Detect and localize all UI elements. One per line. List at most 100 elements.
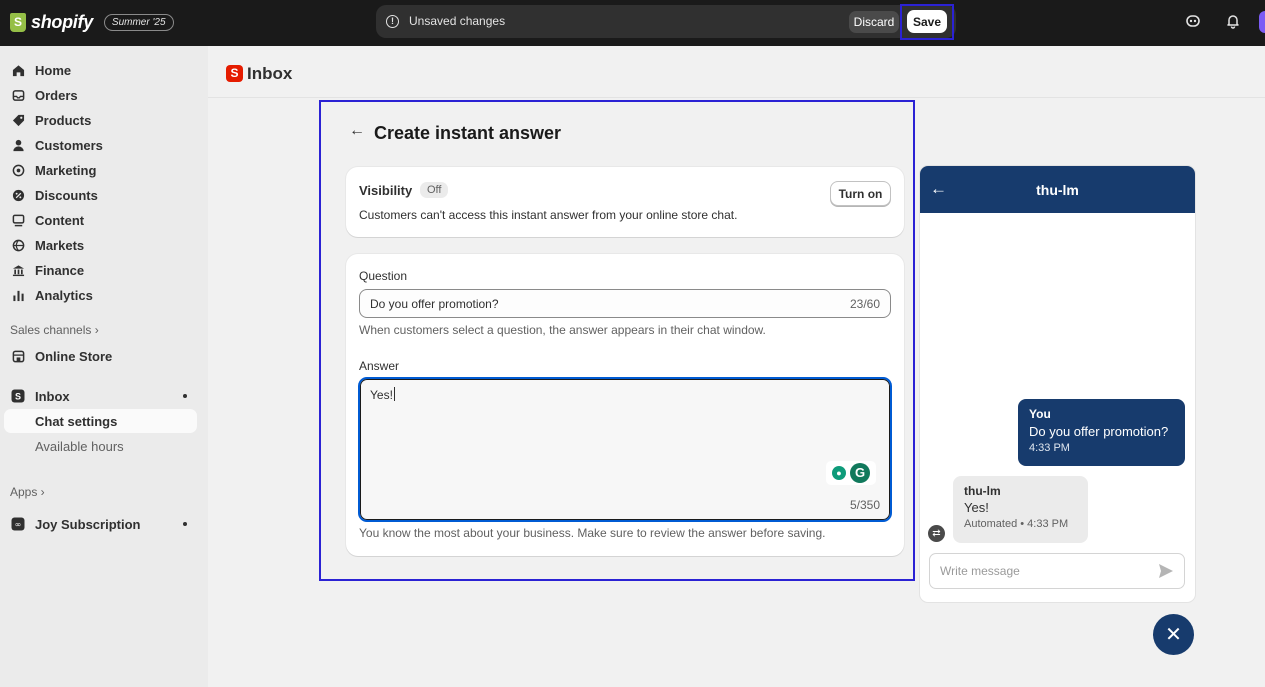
sidebar-item-label: Discounts xyxy=(35,187,98,203)
sidebar-item-label: Marketing xyxy=(35,162,97,178)
sidebar-item-joy-subscription[interactable]: ∞ Joy Subscription xyxy=(4,512,197,536)
edition-badge: Summer '25 xyxy=(103,14,174,31)
inbox-app-icon: S xyxy=(11,389,25,403)
sidebar-item-online-store[interactable]: Online Store xyxy=(4,344,197,368)
sidebar-item-inbox[interactable]: S Inbox xyxy=(4,384,197,408)
inbox-app-icon: S xyxy=(226,65,243,82)
shopify-logo[interactable]: S shopify Summer '25 xyxy=(10,12,174,33)
chat-header: thu-lm ← xyxy=(920,166,1195,213)
question-help-text: When customers select a question, the an… xyxy=(359,323,766,337)
shopify-bag-icon: S xyxy=(10,13,26,32)
apps-heading[interactable]: Apps › xyxy=(10,485,45,499)
bank-icon xyxy=(11,263,25,277)
automated-reply-bubble: thu-lm Yes! Automated • 4:33 PM xyxy=(953,476,1088,543)
globe-icon xyxy=(11,238,25,252)
alert-circle-icon: ! xyxy=(386,15,399,28)
sidebar-item-label: Chat settings xyxy=(35,413,118,429)
lightbulb-icon[interactable]: ● xyxy=(832,466,846,480)
question-answer-card: Question Do you offer promotion? 23/60 W… xyxy=(346,254,904,556)
grammar-extension[interactable]: ● G xyxy=(826,461,876,485)
sidebar-item-label: Analytics xyxy=(35,287,93,303)
bar-chart-icon xyxy=(11,288,25,302)
sidebar-item-label: Products xyxy=(35,112,92,128)
svg-text:∞: ∞ xyxy=(15,520,22,529)
save-button[interactable]: Save xyxy=(907,10,947,33)
page-header: S Inbox xyxy=(208,46,1265,98)
question-value: Do you offer promotion? xyxy=(370,297,499,311)
sidebar-item-discounts[interactable]: Discounts xyxy=(4,183,197,207)
send-icon[interactable] xyxy=(1157,562,1175,580)
close-chat-button[interactable]: ✕ xyxy=(1153,614,1194,655)
chat-title: thu-lm xyxy=(1036,182,1079,198)
sidebar-item-label: Orders xyxy=(35,87,78,103)
save-highlight: Save xyxy=(900,4,954,40)
message-meta: Automated • 4:33 PM xyxy=(964,518,1069,530)
turn-on-button[interactable]: Turn on xyxy=(830,181,891,206)
home-icon xyxy=(11,63,25,77)
sidebar-item-orders[interactable]: Orders xyxy=(4,83,197,107)
discard-button[interactable]: Discard xyxy=(849,11,899,33)
subnav-indent xyxy=(11,414,25,428)
content-icon xyxy=(11,213,25,227)
sender-name: thu-lm xyxy=(964,484,1001,498)
svg-text:S: S xyxy=(15,392,21,402)
message-text: Do you offer promotion? xyxy=(1029,424,1169,439)
question-label: Question xyxy=(359,269,408,283)
sidebar-item-markets[interactable]: Markets xyxy=(4,233,197,257)
sidebar-item-label: Content xyxy=(35,212,85,228)
visibility-title: Visibility xyxy=(359,183,413,198)
answer-help-text: You know the most about your business. M… xyxy=(359,526,826,540)
status-badge: Off xyxy=(420,182,449,198)
back-arrow-icon[interactable]: ← xyxy=(930,179,947,199)
visibility-description: Customers can't access this instant answ… xyxy=(359,208,738,222)
storefront-icon xyxy=(11,349,25,363)
sales-channels-heading[interactable]: Sales channels › xyxy=(10,323,99,337)
joy-app-icon: ∞ xyxy=(11,517,25,531)
sidebar-item-available-hours[interactable]: Available hours xyxy=(4,434,197,458)
sidebar-item-products[interactable]: Products xyxy=(4,108,197,132)
inbox-tray-icon xyxy=(11,88,25,102)
text-caret xyxy=(393,387,395,401)
sidebar-item-label: Finance xyxy=(35,262,85,278)
question-char-count: 23/60 xyxy=(849,297,880,311)
tag-icon xyxy=(11,113,25,127)
page-title: Inbox xyxy=(247,64,293,83)
discount-icon xyxy=(11,188,25,202)
answer-value: Yes! xyxy=(370,387,395,402)
form-title: Create instant answer xyxy=(374,123,562,143)
sidebar-item-content[interactable]: Content xyxy=(4,208,197,232)
avatar[interactable] xyxy=(1259,11,1265,33)
unsaved-changes-text: Unsaved changes xyxy=(409,14,506,28)
back-arrow-icon[interactable]: ← xyxy=(349,122,365,140)
sidebar-item-label: Available hours xyxy=(35,438,124,454)
sidekick-icon[interactable] xyxy=(1184,13,1202,31)
sidebar-item-label: Inbox xyxy=(35,388,70,404)
sidebar-item-label: Markets xyxy=(35,237,85,253)
sidebar-item-marketing[interactable]: Marketing xyxy=(4,158,197,182)
message-input[interactable] xyxy=(929,553,1185,589)
sender-name: You xyxy=(1029,407,1051,421)
sidebar-item-home[interactable]: Home xyxy=(4,58,197,82)
sidebar-item-label: Customers xyxy=(35,137,103,153)
sidebar-item-chat-settings[interactable]: Chat settings xyxy=(4,409,197,433)
sidebar-item-label: Joy Subscription xyxy=(35,516,141,532)
sidebar-item-customers[interactable]: Customers xyxy=(4,133,197,157)
sidebar-item-label: Home xyxy=(35,62,72,78)
sidebar: Home Orders Products Customers Marketing… xyxy=(0,46,208,687)
sidebar-item-label: Online Store xyxy=(35,348,113,364)
subnav-indent xyxy=(11,439,25,453)
pinned-dot-icon xyxy=(183,394,187,398)
person-icon xyxy=(11,138,25,152)
chat-preview: thu-lm ← You Do you offer promotion? 4:3… xyxy=(920,166,1195,602)
grammarly-icon[interactable]: G xyxy=(850,463,870,483)
contextual-save-bar: ! Unsaved changes Discard Save xyxy=(376,4,956,40)
pinned-dot-icon xyxy=(183,522,187,526)
bell-icon[interactable] xyxy=(1224,13,1242,31)
answer-text: Yes! xyxy=(370,388,393,402)
answer-label: Answer xyxy=(359,359,400,373)
sidebar-item-finance[interactable]: Finance xyxy=(4,258,197,282)
sidebar-item-analytics[interactable]: Analytics xyxy=(4,283,197,307)
target-icon xyxy=(11,163,25,177)
answer-textarea[interactable]: Yes! ● G 5/350 xyxy=(358,377,892,522)
question-input[interactable]: Do you offer promotion? 23/60 xyxy=(359,289,891,318)
